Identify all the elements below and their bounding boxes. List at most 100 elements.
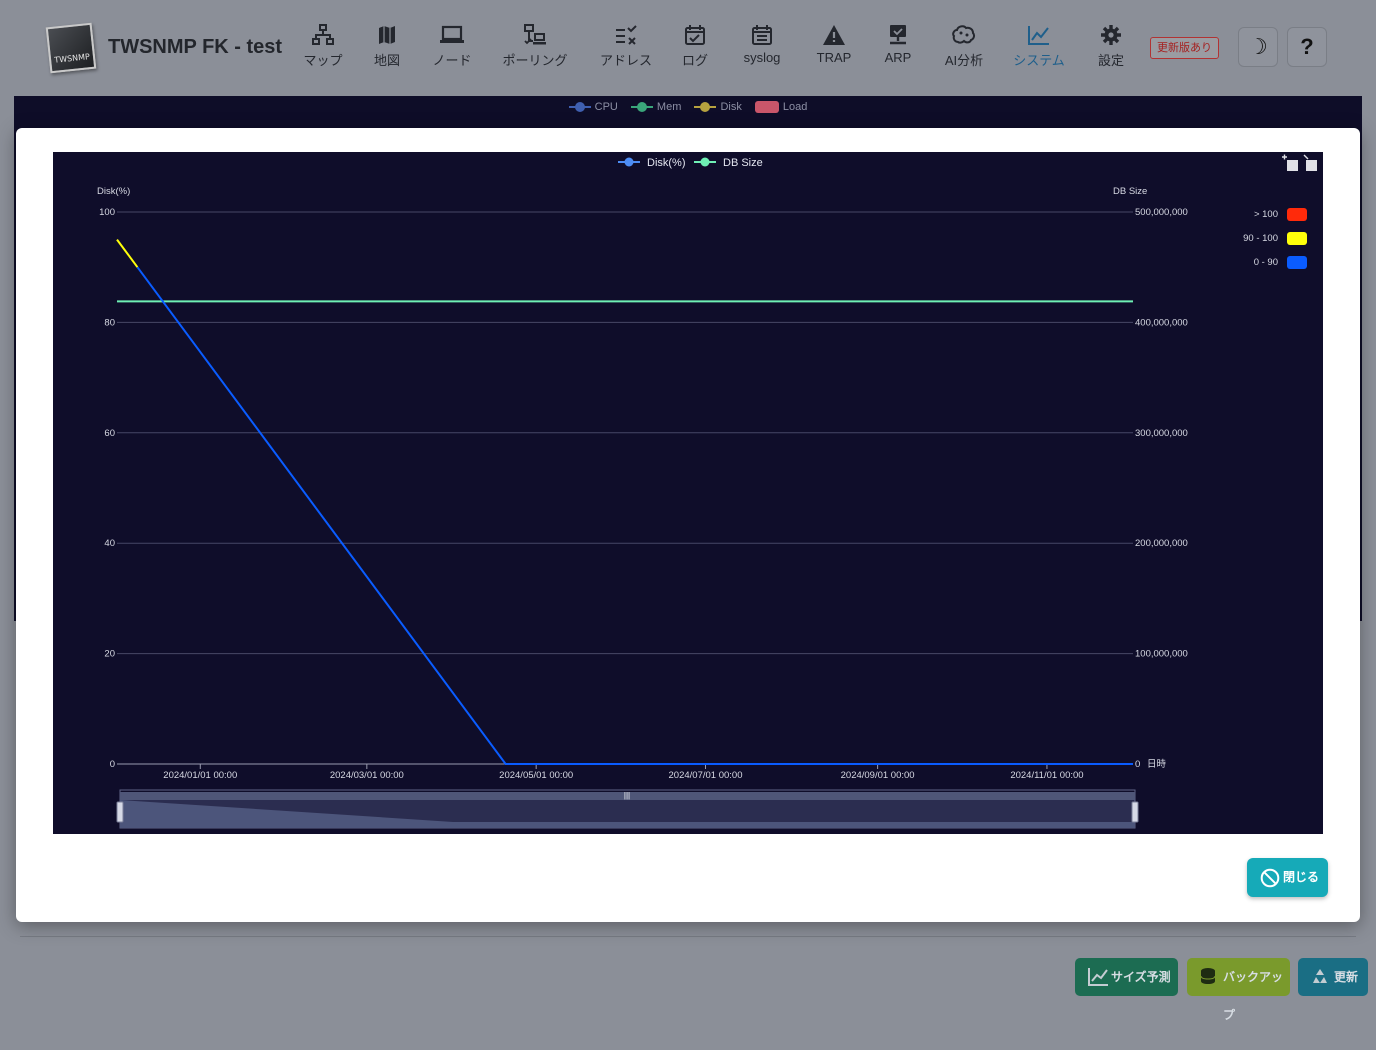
nav-item-ai[interactable]: AI分析 (942, 24, 986, 72)
x-tick-label: 2024/01/01 00:00 (163, 770, 237, 781)
nav-label: ポーリング (502, 53, 568, 68)
lan-icon (890, 25, 906, 45)
alert-triangle-icon (823, 25, 845, 45)
x-tick-label: 2024/05/01 00:00 (499, 770, 573, 781)
series-line-disk (136, 266, 1133, 765)
nav-item-log[interactable]: ログ (680, 24, 710, 72)
nav-item-trap[interactable]: TRAP (814, 24, 854, 72)
recycle-icon (1313, 969, 1327, 983)
series-line-disk-warning (116, 239, 139, 268)
datazoom-handle-right (1131, 801, 1139, 823)
nav-item-nodes[interactable]: ノード (430, 24, 474, 72)
nav-item-arp[interactable]: ARP (882, 24, 914, 72)
visual-map-swatch (1287, 208, 1307, 221)
legend-marker-1 (700, 157, 710, 167)
calendar-check-icon (685, 25, 705, 45)
visual-map-label: 0 - 90 (1254, 257, 1278, 268)
x-axis-name: 日時 (1147, 759, 1167, 770)
polling-icon (524, 24, 546, 45)
brain-icon (952, 25, 976, 44)
nav-item-address[interactable]: アドレス (596, 24, 656, 72)
y-right-tick-label: 0 (1135, 759, 1140, 770)
nav-item-geomap[interactable]: 地図 (370, 24, 404, 72)
update-available-badge[interactable]: 更新版あり (1150, 37, 1219, 59)
y-right-tick-label: 200,000,000 (1135, 538, 1188, 549)
y-left-tick-label: 60 (104, 428, 115, 439)
y-left-tick-label: 80 (104, 317, 115, 328)
visual-map-swatch (1287, 232, 1307, 245)
nav-label: ARP (884, 50, 912, 65)
nav-label: TRAP (816, 50, 852, 65)
y-right-tick-label: 500,000,000 (1135, 207, 1188, 218)
y-right-tick-label: 100,000,000 (1135, 649, 1188, 660)
cancel-icon (1260, 868, 1280, 888)
help-button[interactable]: ? (1287, 27, 1327, 67)
x-tick-label: 2024/09/01 00:00 (841, 770, 915, 781)
nav-label: システム (1013, 53, 1065, 68)
map-icon (379, 26, 395, 44)
nav-label: 設定 (1097, 53, 1124, 68)
help-icon: ? (1300, 34, 1314, 59)
y-right-tick-label: 300,000,000 (1135, 428, 1188, 439)
nav-item-system[interactable]: システム (1010, 24, 1068, 72)
bg-chart-legend: CPU Mem Disk Load (14, 101, 1362, 114)
moon-icon: ☽ (1248, 34, 1268, 59)
db-size-chart-dialog: Disk(%) DB Size Disk(%) DB Size 0 20 40 60 80 100… (16, 128, 1360, 922)
legend-item-mem[interactable]: Mem (630, 101, 681, 113)
chart-canvas[interactable]: Disk(%) DB Size Disk(%) DB Size 0 20 40 60 80 100… (53, 152, 1323, 834)
x-tick-label: 2024/07/01 00:00 (669, 770, 743, 781)
chart-line-icon (1088, 968, 1108, 986)
gear-icon (1101, 25, 1121, 45)
visual-map-swatch (1287, 256, 1307, 269)
nav-label: AI分析 (944, 53, 984, 68)
zoom-reset-arrow (1303, 154, 1309, 160)
backup-button[interactable]: バックアップ (1187, 958, 1290, 1022)
legend-label: Disk(%) (647, 157, 686, 169)
legend-item-load[interactable]: Load (754, 101, 807, 114)
y-left-tick-label: 40 (104, 538, 115, 549)
datazoom-selection (120, 800, 1135, 828)
nav-item-polling[interactable]: ポーリング (500, 24, 570, 72)
nav-item-syslog[interactable]: syslog (738, 24, 786, 72)
laptop-icon (440, 25, 464, 43)
legend-label: DB Size (723, 157, 763, 169)
legend-marker-0 (624, 157, 634, 167)
y-right-tick-label: 400,000,000 (1135, 317, 1188, 328)
app-title[interactable]: TWSNMP FK - test (108, 36, 282, 59)
disk-dbsize-chart: Disk(%) DB Size Disk(%) DB Size 0 20 40 60 80 100… (53, 152, 1323, 834)
database-icon (1200, 968, 1216, 984)
datazoom-grip: ||| (624, 791, 630, 800)
nav-label: アドレス (599, 53, 652, 68)
nav-label: ノード (432, 53, 472, 68)
nav-label: 地図 (373, 53, 400, 68)
visual-map-label: 90 - 100 (1243, 233, 1278, 244)
y-left-tick-label: 0 (110, 759, 115, 770)
logo-text: TWSNMP (53, 52, 91, 65)
legend-item-cpu[interactable]: CPU (568, 101, 618, 113)
zoom-in-icon (1287, 160, 1298, 171)
y-left-tick-label: 20 (104, 649, 115, 660)
address-list-icon (616, 25, 637, 45)
top-navbar: TWSNMP TWSNMP FK - test マップ 地図 ノード ポーリング… (0, 0, 1376, 96)
calendar-icon (752, 25, 772, 45)
nav-label: マップ (303, 53, 343, 68)
y-left-tick-label: 100 (99, 207, 115, 218)
visual-map-label: > 100 (1254, 209, 1278, 220)
nav-item-settings[interactable]: 設定 (1094, 24, 1128, 72)
size-forecast-button[interactable]: サイズ予測 (1075, 958, 1178, 996)
nav-label: ログ (681, 53, 708, 68)
legend-item-disk[interactable]: Disk (694, 101, 742, 113)
nav-label: syslog (743, 50, 781, 65)
app-logo[interactable]: TWSNMP (45, 22, 97, 74)
close-button[interactable]: 閉じる (1247, 858, 1328, 897)
refresh-button[interactable]: 更新 (1298, 958, 1368, 996)
y-axis-right-name: DB Size (1113, 186, 1147, 197)
chart-line-icon (1028, 26, 1049, 45)
theme-toggle-button[interactable]: ☽ (1238, 27, 1278, 67)
network-icon (312, 24, 334, 45)
x-tick-label: 2024/03/01 00:00 (330, 770, 404, 781)
y-axis-left-name: Disk(%) (97, 186, 130, 197)
x-tick-label: 2024/11/01 00:00 (1010, 770, 1083, 781)
zoom-in-plus (1282, 154, 1287, 160)
nav-item-map[interactable]: マップ (300, 24, 346, 72)
